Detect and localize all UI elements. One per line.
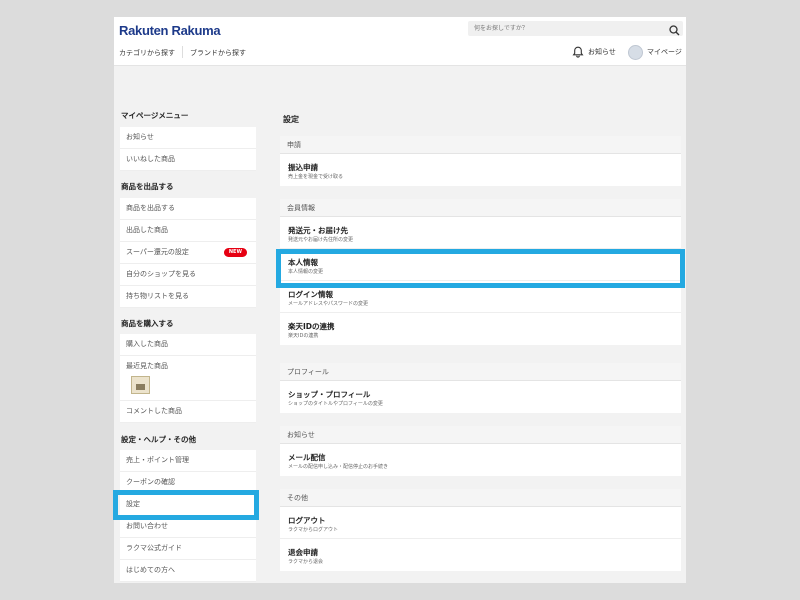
notifications-label: お知らせ: [588, 48, 616, 56]
settings-row-logout[interactable]: ログアウト ラクマからログアウト: [280, 507, 681, 539]
row-title: ログアウト: [288, 516, 326, 525]
sidebar-item-notifications[interactable]: お知らせ: [120, 127, 256, 149]
row-subtitle: 売上金を現金で受け取る: [288, 174, 344, 180]
sidebar-group-title-buy: 商品を購入する: [121, 319, 174, 328]
search-input[interactable]: [474, 22, 654, 35]
sidebar-group-title-sell: 商品を出品する: [121, 182, 174, 191]
row-title: 振込申請: [288, 163, 318, 172]
row-title: 退会申請: [288, 548, 318, 557]
sidebar-item-label: 最近見た商品: [126, 362, 168, 370]
sidebar-item-recently-viewed[interactable]: 最近見た商品: [120, 356, 256, 401]
highlight-box-settings: [113, 490, 259, 520]
sidebar-item-label: スーパー還元の設定: [126, 248, 189, 256]
sidebar-item-purchased[interactable]: 購入した商品: [120, 334, 256, 356]
row-title: メール配信: [288, 453, 326, 462]
settings-row-withdraw[interactable]: 退会申請 ラクマから退会: [280, 539, 681, 571]
sidebar-item-liked[interactable]: いいねした商品: [120, 149, 256, 171]
settings-row-mail-delivery[interactable]: メール配信 メールの配信申し込み・配信停止のお手続き: [280, 444, 681, 476]
bell-icon: [572, 46, 584, 58]
nav-divider: [182, 46, 183, 58]
row-subtitle: メールアドレスやパスワードの変更: [288, 301, 369, 307]
mypage-link[interactable]: マイページ: [628, 44, 682, 60]
row-subtitle: ラクマから退会: [288, 559, 324, 565]
section-header: 申請: [280, 136, 681, 154]
section-header: その他: [280, 489, 681, 507]
search-icon[interactable]: [668, 22, 681, 36]
product-thumbnail[interactable]: [131, 376, 150, 394]
sidebar-item-list-item[interactable]: 商品を出品する: [120, 198, 256, 220]
sidebar-list-mypage: お知らせ いいねした商品: [120, 127, 256, 171]
sidebar-item-beginners[interactable]: はじめての方へ: [120, 560, 256, 582]
sidebar-item-my-shop[interactable]: 自分のショップを見る: [120, 264, 256, 286]
section-header: お知らせ: [280, 426, 681, 444]
settings-row-transfer-request[interactable]: 振込申請 売上金を現金で受け取る: [280, 154, 681, 186]
sidebar-item-sales-points[interactable]: 売上・ポイント管理: [120, 450, 256, 472]
rakuma-logo[interactable]: Rakuten Rakuma: [119, 23, 221, 38]
nav-category[interactable]: カテゴリから探す: [119, 48, 175, 58]
search-bar: [468, 21, 683, 36]
section-notifications: お知らせ メール配信 メールの配信申し込み・配信停止のお手続き: [280, 426, 681, 476]
new-badge: NEW: [223, 248, 247, 257]
row-subtitle: ショップのタイトルやプロフィールの変更: [288, 401, 383, 407]
row-subtitle: 発送元やお届け先住所の変更: [288, 237, 354, 243]
section-header: プロフィール: [280, 363, 681, 381]
sidebar-list-sell: 商品を出品する 出品した商品 スーパー還元の設定 NEW 自分のショップを見る …: [120, 198, 256, 308]
row-title: ショップ・プロフィール: [288, 390, 371, 399]
section-header: 会員情報: [280, 199, 681, 217]
section-application: 申請 振込申請 売上金を現金で受け取る: [280, 136, 681, 186]
sidebar-item-official-guide[interactable]: ラクマ公式ガイド: [120, 538, 256, 560]
section-other: その他 ログアウト ラクマからログアウト 退会申請 ラクマから退会: [280, 489, 681, 571]
row-subtitle: メールの配信申し込み・配信停止のお手続き: [288, 464, 389, 470]
avatar: [628, 44, 643, 60]
site-header: Rakuten Rakuma カテゴリから探す ブランドから探す お知らせ マイ…: [114, 17, 686, 66]
row-title: 楽天IDの連携: [288, 322, 335, 331]
row-title: ログイン情報: [288, 290, 333, 299]
settings-row-rakuten-id[interactable]: 楽天IDの連携 楽天IDの連携: [280, 313, 681, 345]
sidebar-group-title-settings: 設定・ヘルプ・その他: [121, 435, 196, 444]
sidebar-item-super-cashback[interactable]: スーパー還元の設定 NEW: [120, 242, 256, 264]
sidebar-item-listed[interactable]: 出品した商品: [120, 220, 256, 242]
page-title: 設定: [283, 115, 299, 124]
settings-row-shop-profile[interactable]: ショップ・プロフィール ショップのタイトルやプロフィールの変更: [280, 381, 681, 413]
section-profile: プロフィール ショップ・プロフィール ショップのタイトルやプロフィールの変更: [280, 363, 681, 413]
sidebar-item-belongings[interactable]: 持ち物リストを見る: [120, 286, 256, 308]
sidebar-item-commented[interactable]: コメントした商品: [120, 401, 256, 423]
row-subtitle: ラクマからログアウト: [288, 527, 339, 533]
row-title: 発送元・お届け先: [288, 226, 348, 235]
highlight-box-personal-info: [276, 249, 685, 288]
nav-brand[interactable]: ブランドから探す: [190, 48, 246, 58]
row-subtitle: 楽天IDの連携: [288, 333, 319, 339]
settings-row-shipping-address[interactable]: 発送元・お届け先 発送元やお届け先住所の変更: [280, 217, 681, 249]
sidebar-list-buy: 購入した商品 最近見た商品 コメントした商品: [120, 334, 256, 423]
sidebar-group-title-mypage: マイページメニュー: [121, 111, 189, 120]
notifications-link[interactable]: お知らせ: [572, 44, 616, 60]
mypage-label: マイページ: [647, 48, 682, 56]
